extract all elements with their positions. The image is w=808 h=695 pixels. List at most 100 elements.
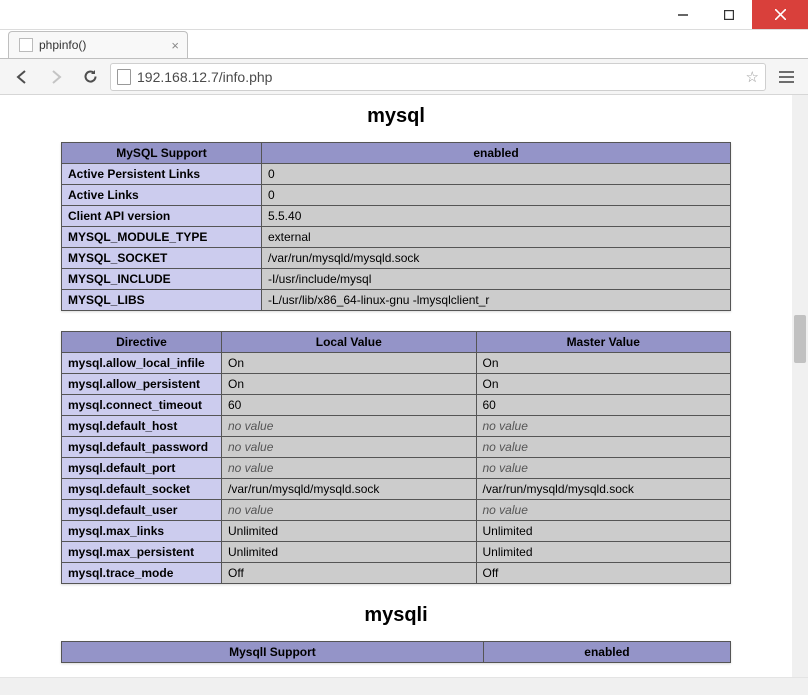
table-row: mysql.connect_timeout6060 [62,395,731,416]
horizontal-scrollbar-track[interactable] [0,677,808,695]
directive-value: 60 [222,395,477,416]
col-header: Master Value [476,332,731,353]
directive-value: 0 [262,185,731,206]
directive-name: MYSQL_SOCKET [62,248,262,269]
chrome-menu-button[interactable] [772,63,800,91]
table-row: Active Links0 [62,185,731,206]
back-button[interactable] [8,63,36,91]
url-text: 192.168.12.7/info.php [137,69,272,85]
window-titlebar [0,0,808,30]
table-row: mysql.trace_modeOffOff [62,563,731,584]
table-row: MYSQL_MODULE_TYPEexternal [62,227,731,248]
directive-value: no value [222,458,477,479]
table-header-row: Directive Local Value Master Value [62,332,731,353]
mysqli-support-table: MysqlI Support enabled [61,641,731,663]
tab-title: phpinfo() [39,38,86,52]
directive-name: Client API version [62,206,262,227]
directive-name: MYSQL_INCLUDE [62,269,262,290]
directive-value: On [476,374,731,395]
tab-close-button[interactable]: × [171,39,179,52]
table-header-row: MySQL Support enabled [62,143,731,164]
table-header-row: MysqlI Support enabled [62,642,731,663]
address-bar[interactable]: 192.168.12.7/info.php ☆ [110,63,766,91]
directive-value: Off [222,563,477,584]
directive-value: Unlimited [476,521,731,542]
directive-value: -I/usr/include/mysql [262,269,731,290]
directive-value: external [262,227,731,248]
directive-value: On [222,353,477,374]
table-row: mysql.default_userno valueno value [62,500,731,521]
table-row: mysql.max_persistentUnlimitedUnlimited [62,542,731,563]
directive-name: mysql.allow_local_infile [62,353,222,374]
window-maximize-button[interactable] [706,0,752,29]
directive-value: On [222,374,477,395]
directive-value: no value [222,437,477,458]
directive-value: Unlimited [222,542,477,563]
col-header: enabled [262,143,731,164]
table-row: mysql.default_hostno valueno value [62,416,731,437]
browser-tab[interactable]: phpinfo() × [8,31,188,58]
directive-name: Active Links [62,185,262,206]
page-favicon [19,38,33,52]
col-header: MySQL Support [62,143,262,164]
browser-tabstrip: phpinfo() × [0,30,808,59]
browser-toolbar: 192.168.12.7/info.php ☆ [0,59,808,95]
directive-value: no value [476,500,731,521]
directive-value: no value [476,458,731,479]
table-row: mysql.allow_persistentOnOn [62,374,731,395]
directive-value: /var/run/mysqld/mysqld.sock [262,248,731,269]
window-minimize-button[interactable] [660,0,706,29]
table-row: Active Persistent Links0 [62,164,731,185]
col-header: enabled [483,642,730,663]
directive-value: /var/run/mysqld/mysqld.sock [476,479,731,500]
directive-value: Unlimited [476,542,731,563]
directive-name: mysql.max_persistent [62,542,222,563]
directive-value: no value [222,500,477,521]
directive-value: 5.5.40 [262,206,731,227]
table-row: MYSQL_SOCKET/var/run/mysqld/mysqld.sock [62,248,731,269]
section-heading-mysqli: mysqli [61,604,731,627]
col-header: Local Value [222,332,477,353]
directive-value: /var/run/mysqld/mysqld.sock [222,479,477,500]
page-viewport: mysql MySQL Support enabled Active Persi… [0,95,792,677]
directive-name: mysql.allow_persistent [62,374,222,395]
directive-value: Off [476,563,731,584]
directive-name: mysql.default_user [62,500,222,521]
table-row: mysql.allow_local_infileOnOn [62,353,731,374]
col-header: Directive [62,332,222,353]
directive-name: mysql.default_host [62,416,222,437]
table-row: MYSQL_LIBS-L/usr/lib/x86_64-linux-gnu -l… [62,290,731,311]
directive-name: mysql.default_port [62,458,222,479]
bookmark-star-icon[interactable]: ☆ [746,68,759,86]
table-row: mysql.default_passwordno valueno value [62,437,731,458]
table-row: MYSQL_INCLUDE-I/usr/include/mysql [62,269,731,290]
vertical-scrollbar[interactable] [792,95,808,677]
directive-value: 0 [262,164,731,185]
directive-name: Active Persistent Links [62,164,262,185]
directive-value: 60 [476,395,731,416]
directive-name: MYSQL_LIBS [62,290,262,311]
table-row: Client API version5.5.40 [62,206,731,227]
directive-name: mysql.max_links [62,521,222,542]
directive-value: -L/usr/lib/x86_64-linux-gnu -lmysqlclien… [262,290,731,311]
directive-value: Unlimited [222,521,477,542]
phpinfo-content: mysql MySQL Support enabled Active Persi… [61,105,731,663]
site-icon [117,69,131,85]
table-row: mysql.max_linksUnlimitedUnlimited [62,521,731,542]
section-heading-mysql: mysql [61,105,731,128]
window-close-button[interactable] [752,0,808,29]
directive-name: mysql.trace_mode [62,563,222,584]
reload-button[interactable] [76,63,104,91]
mysql-support-table: MySQL Support enabled Active Persistent … [61,142,731,311]
directive-name: mysql.default_password [62,437,222,458]
forward-button[interactable] [42,63,70,91]
table-row: mysql.default_socket/var/run/mysqld/mysq… [62,479,731,500]
directive-value: no value [476,437,731,458]
col-header: MysqlI Support [62,642,484,663]
directive-value: On [476,353,731,374]
directive-value: no value [476,416,731,437]
scrollbar-thumb[interactable] [794,315,806,363]
mysql-directives-table: Directive Local Value Master Value mysql… [61,331,731,584]
directive-name: MYSQL_MODULE_TYPE [62,227,262,248]
table-row: mysql.default_portno valueno value [62,458,731,479]
